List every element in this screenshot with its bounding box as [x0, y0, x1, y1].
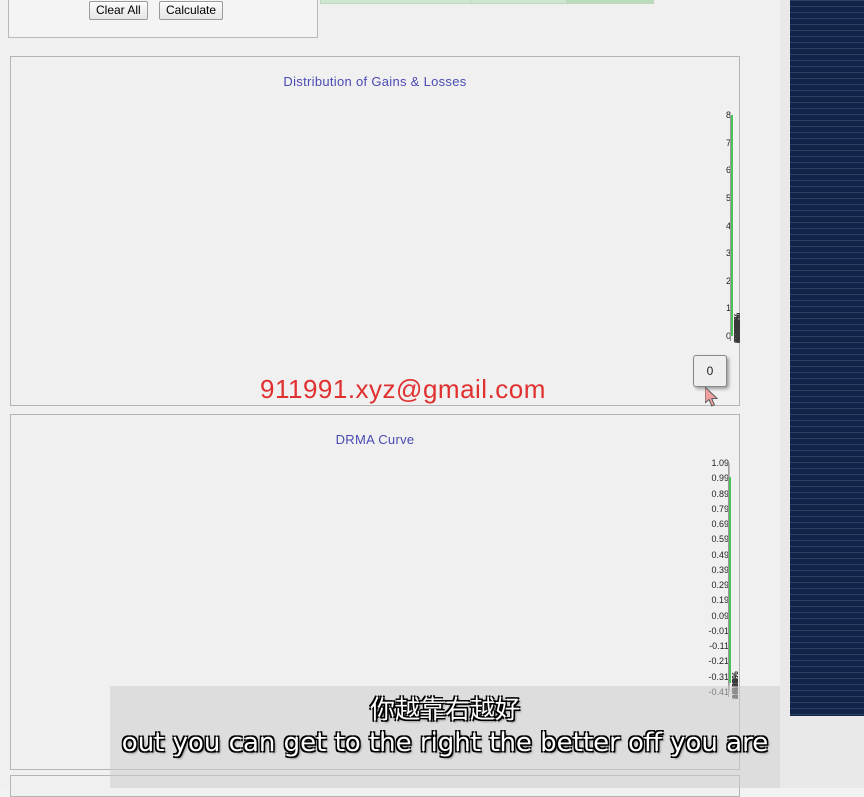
drma-y-axis: 1.09 0.99 0.89 0.79 0.69 0.59 0.49 0.39 0.29 0.19…: [23, 458, 729, 697]
distribution-plot-area[interactable]: [730, 115, 733, 337]
desktop-edge-bottom: [790, 716, 864, 788]
drma-plot: 1.09 0.99 0.89 0.79 0.69 0.59 0.49 0.39 0.29 0.19…: [23, 458, 731, 697]
application-window: Clear All Calculate Distribution of Gain…: [0, 0, 780, 797]
distribution-y-axis: 012345678: [31, 110, 731, 341]
y-axis-tick-label: 1.09: [711, 458, 729, 468]
y-axis-tick-label: 0.09: [711, 610, 729, 621]
table-header-cell-3: [566, 0, 654, 4]
value-tooltip: 0: [693, 355, 727, 387]
chart-bar[interactable]: [729, 533, 731, 631]
y-axis-tick-label: 0.99: [711, 473, 729, 484]
desktop-background-strip: [780, 0, 864, 788]
x-axis-tick-label: 38-40%: [733, 315, 742, 343]
y-axis-tick-label: 0.69: [711, 519, 729, 530]
y-axis-tick-label: 0.59: [711, 534, 729, 545]
y-axis-tick-label: 0.79: [711, 503, 729, 514]
drma-chart-title: DRMA Curve: [335, 432, 415, 447]
x-axis-tick: [730, 336, 731, 341]
distribution-chart-panel: Distribution of Gains & Losses 012345678…: [10, 56, 742, 407]
table-header-cell-1: [320, 0, 472, 4]
toolbar: Clear All Calculate: [8, 0, 318, 38]
y-axis-tick-label: -0.21: [708, 656, 729, 667]
y-axis-tick-label: -0.11: [709, 641, 729, 652]
y-axis-tick-label: -0.31: [708, 671, 729, 682]
drma-plot-area[interactable]: [728, 463, 731, 693]
table-header-cell-2: [470, 0, 567, 4]
y-axis-tick-label: 0.29: [711, 580, 729, 591]
distribution-chart-title: Distribution of Gains & Losses: [283, 74, 467, 89]
calculate-button[interactable]: Calculate: [159, 1, 224, 20]
y-axis-tick-label: 0.19: [711, 595, 729, 606]
clear-all-button[interactable]: Clear All: [89, 1, 148, 20]
y-axis-tick-label: 0.89: [711, 488, 729, 499]
mouse-cursor-icon: [705, 387, 719, 407]
y-axis-tick-label: 0.49: [711, 549, 729, 560]
distribution-plot: 012345678: [31, 110, 733, 341]
desktop-edge-light: [780, 0, 790, 788]
y-axis-tick-label: -0.01: [708, 625, 729, 636]
subtitle-chinese: 你越靠右越好: [369, 695, 520, 724]
y-axis-tick-label: 0.39: [711, 564, 729, 575]
email-watermark: 911991.xyz@gmail.com: [260, 374, 546, 404]
subtitle-english: out you can get to the right the better …: [121, 728, 769, 758]
